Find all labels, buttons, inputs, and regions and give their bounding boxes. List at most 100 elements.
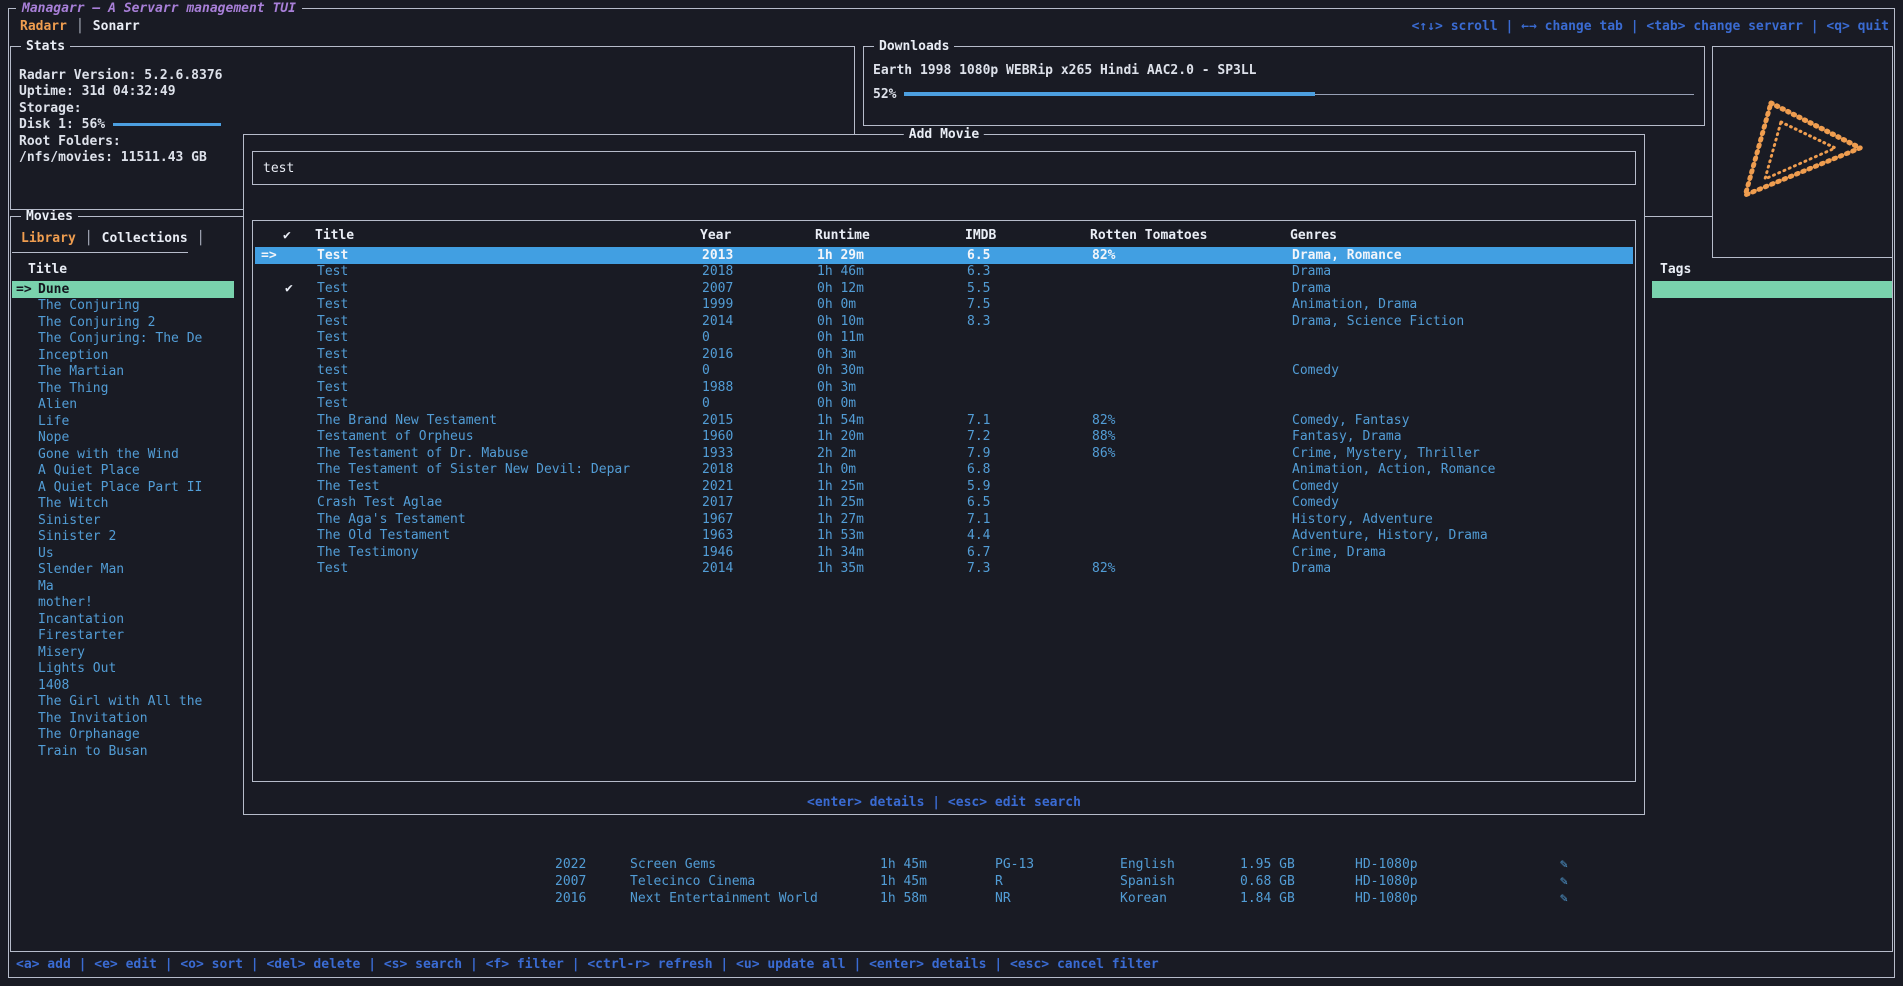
- search-result-row[interactable]: The Brand New Testament 2015 1h 54m 7.1 …: [255, 412, 1633, 429]
- search-result-row[interactable]: Test 0 0h 0m: [255, 396, 1633, 413]
- result-imdb: 6.5: [967, 495, 1092, 510]
- movie-detail-row[interactable]: 2022 Screen Gems 1h 45m PG-13 English 1.…: [11, 856, 1890, 873]
- library-list-item[interactable]: Life: [12, 413, 234, 430]
- library-list-item[interactable]: The Conjuring: The De: [12, 331, 234, 348]
- servarr-tabs: Radarr │ Sonarr: [20, 19, 140, 34]
- search-result-row[interactable]: Test 2014 0h 10m 8.3 Drama, Science Fict…: [255, 313, 1633, 330]
- result-imdb: 6.3: [967, 264, 1092, 279]
- download-item-name[interactable]: Earth 1998 1080p WEBRip x265 Hindi AAC2.…: [873, 63, 1257, 78]
- result-title: Test: [317, 297, 702, 312]
- selection-arrow: =>: [261, 248, 285, 263]
- library-list-item[interactable]: mother!: [12, 595, 234, 612]
- movie-quality: HD-1080p: [1355, 891, 1560, 906]
- result-runtime: 0h 30m: [817, 363, 967, 378]
- search-result-row[interactable]: The Test 2021 1h 25m 5.9 Comedy: [255, 478, 1633, 495]
- tab-sonarr[interactable]: Sonarr: [93, 19, 140, 34]
- search-result-row[interactable]: The Old Testament 1963 1h 53m 4.4 Advent…: [255, 528, 1633, 545]
- library-list-item[interactable]: Incantation: [12, 611, 234, 628]
- result-rotten-tomatoes: 86%: [1092, 446, 1292, 461]
- library-list-item[interactable]: Lights Out: [12, 661, 234, 678]
- result-imdb: 7.1: [967, 413, 1092, 428]
- result-runtime: 1h 29m: [817, 248, 967, 263]
- library-list-item[interactable]: Misery: [12, 644, 234, 661]
- search-input[interactable]: test: [252, 151, 1636, 185]
- result-runtime: 1h 0m: [817, 462, 967, 477]
- modal-keybind-help: <enter> details | <esc> edit search: [244, 795, 1644, 810]
- search-result-row[interactable]: Test 2016 0h 3m: [255, 346, 1633, 363]
- result-runtime: 1h 25m: [817, 495, 967, 510]
- library-list-item[interactable]: Gone with the Wind: [12, 446, 234, 463]
- movie-runtime: 1h 58m: [880, 891, 995, 906]
- library-list-item[interactable]: Us: [12, 545, 234, 562]
- title-column-header: Title: [28, 262, 67, 277]
- library-list-item[interactable]: The Witch: [12, 496, 234, 513]
- search-result-row[interactable]: Crash Test Aglae 2017 1h 25m 6.5 Comedy: [255, 495, 1633, 512]
- search-result-row[interactable]: Test 1988 0h 3m: [255, 379, 1633, 396]
- selection-arrow: =>: [16, 282, 38, 297]
- search-result-row[interactable]: Test 0 0h 11m: [255, 330, 1633, 347]
- library-list-item[interactable]: The Martian: [12, 364, 234, 381]
- result-genres: Comedy: [1292, 479, 1633, 494]
- library-list-item[interactable]: 1408: [12, 677, 234, 694]
- result-title: Test: [317, 396, 702, 411]
- movie-title-label: Incantation: [38, 612, 124, 627]
- result-genres: Drama: [1292, 281, 1633, 296]
- movie-detail-row[interactable]: 2016 Next Entertainment World 1h 58m NR …: [11, 890, 1890, 907]
- result-runtime: 1h 35m: [817, 561, 967, 576]
- library-list-item[interactable]: Nope: [12, 430, 234, 447]
- search-result-row[interactable]: The Testament of Dr. Mabuse 1933 2h 2m 7…: [255, 445, 1633, 462]
- movie-title-label: Life: [38, 414, 69, 429]
- tab-radarr[interactable]: Radarr: [20, 19, 67, 34]
- result-year: 0: [702, 363, 817, 378]
- search-result-row[interactable]: Test 1999 0h 0m 7.5 Animation, Drama: [255, 297, 1633, 314]
- search-result-row[interactable]: The Aga's Testament 1967 1h 27m 7.1 Hist…: [255, 511, 1633, 528]
- search-result-row[interactable]: test 0 0h 30m Comedy: [255, 363, 1633, 380]
- library-list-item[interactable]: Slender Man: [12, 562, 234, 579]
- library-list-item[interactable]: Ma: [12, 578, 234, 595]
- movie-title-label: Dune: [38, 282, 69, 297]
- movie-language: English: [1120, 857, 1240, 872]
- library-list-item[interactable]: The Conjuring: [12, 298, 234, 315]
- result-genres: Crime, Drama: [1292, 545, 1633, 560]
- movie-size: 1.84 GB: [1240, 891, 1355, 906]
- search-result-row[interactable]: Testament of Orpheus 1960 1h 20m 7.2 88%…: [255, 429, 1633, 446]
- disk-usage-bar: [113, 123, 221, 126]
- search-result-row[interactable]: ✔ Test 2007 0h 12m 5.5 Drama: [255, 280, 1633, 297]
- movie-title-label: Lights Out: [38, 661, 116, 676]
- library-list-item[interactable]: Firestarter: [12, 628, 234, 645]
- movie-title-label: The Invitation: [38, 711, 148, 726]
- search-results-table: ✔ Title Year Runtime IMDB Rotten Tomatoe…: [252, 220, 1636, 782]
- library-list-item[interactable]: Sinister 2: [12, 529, 234, 546]
- library-list-item[interactable]: A Quiet Place Part II: [12, 479, 234, 496]
- movie-quality: HD-1080p: [1355, 874, 1560, 889]
- library-list-item[interactable]: Train to Busan: [12, 743, 234, 760]
- library-list-item[interactable]: The Invitation: [12, 710, 234, 727]
- library-list-item[interactable]: Alien: [12, 397, 234, 414]
- library-list-item[interactable]: The Girl with All the: [12, 694, 234, 711]
- movie-detail-row[interactable]: 2007 Telecinco Cinema 1h 45m R Spanish 0…: [11, 873, 1890, 890]
- result-imdb: 6.5: [967, 248, 1092, 263]
- search-result-row[interactable]: The Testimony 1946 1h 34m 6.7 Crime, Dra…: [255, 544, 1633, 561]
- tab-library[interactable]: Library: [21, 231, 76, 246]
- library-list-item[interactable]: Sinister: [12, 512, 234, 529]
- result-runtime: 0h 3m: [817, 380, 967, 395]
- search-result-row[interactable]: Test 2018 1h 46m 6.3 Drama: [255, 264, 1633, 281]
- tag-edit-icon: ✎: [1560, 857, 1890, 872]
- search-result-row[interactable]: The Testament of Sister New Devil: Depar…: [255, 462, 1633, 479]
- disk-usage: Disk 1: 56%: [19, 117, 846, 134]
- library-list-item[interactable]: The Conjuring 2: [12, 314, 234, 331]
- result-imdb: 6.7: [967, 545, 1092, 560]
- library-list-item[interactable]: => Dune: [12, 281, 234, 298]
- tab-collections[interactable]: Collections: [102, 231, 188, 246]
- library-list-item[interactable]: A Quiet Place: [12, 463, 234, 480]
- tag-edit-icon: ✎: [1560, 891, 1890, 906]
- library-list-item[interactable]: The Orphanage: [12, 727, 234, 744]
- library-list-item[interactable]: Inception: [12, 347, 234, 364]
- search-result-row[interactable]: Test 2014 1h 35m 7.3 82% Drama: [255, 561, 1633, 578]
- library-list-item[interactable]: The Thing: [12, 380, 234, 397]
- search-result-row[interactable]: => Test 2013 1h 29m 6.5 82% Drama, Roman…: [255, 247, 1633, 264]
- result-imdb: 7.3: [967, 561, 1092, 576]
- result-year: 1963: [702, 528, 817, 543]
- result-rotten-tomatoes: 82%: [1092, 413, 1292, 428]
- movie-title-label: Nope: [38, 430, 69, 445]
